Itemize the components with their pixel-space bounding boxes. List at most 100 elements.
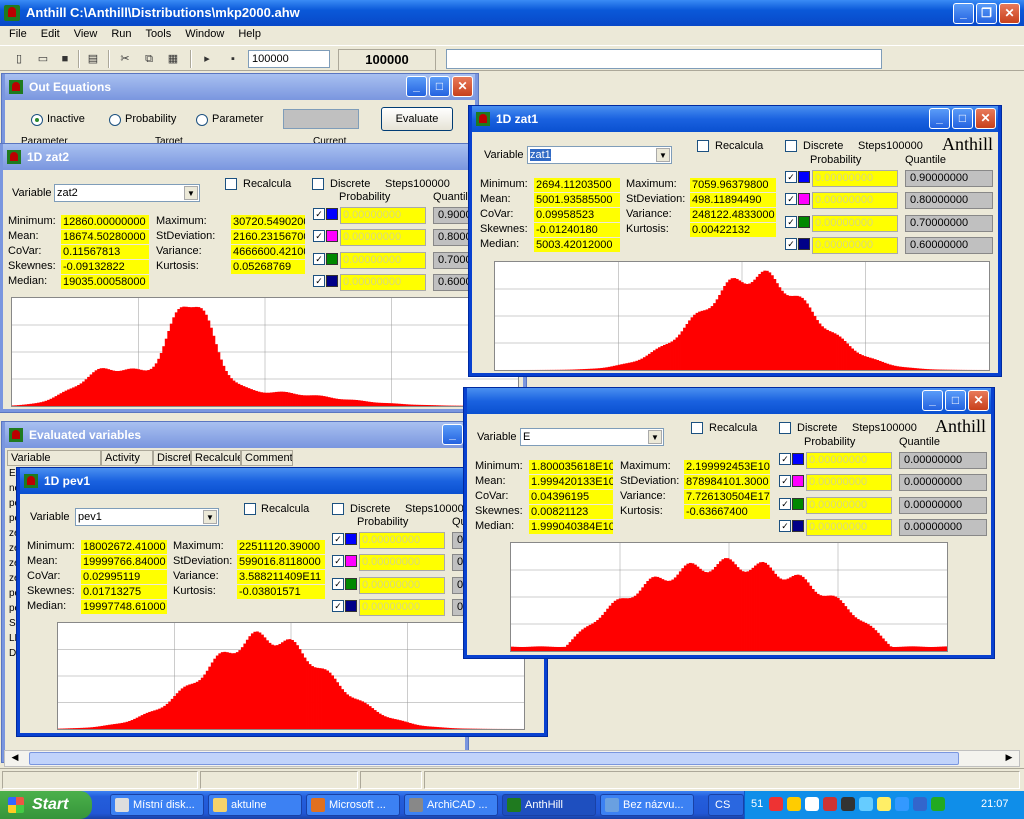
tray-info-icon[interactable] [913,797,927,811]
menu-edit[interactable]: Edit [34,26,67,44]
tray-security-icon[interactable] [823,797,837,811]
variable-select[interactable]: pev1 ▼ [75,508,219,526]
probability-input[interactable]: 0.00000000 [359,532,445,549]
menu-file[interactable]: File [2,26,34,44]
copy-icon[interactable]: ⧉ [140,50,158,68]
close-button[interactable]: ✕ [975,108,996,129]
quantile-checkbox[interactable]: ✓ [785,216,797,228]
zat1-titlebar[interactable]: 1D zat1 _ □ ✕ [472,106,998,132]
recalc-checkbox[interactable] [225,178,237,190]
tray-bluetooth-icon[interactable] [895,797,909,811]
run-icon[interactable]: ▸ [198,50,216,68]
evaluate-button[interactable]: Evaluate [381,107,453,131]
task-aktulne[interactable]: aktulne [208,794,302,816]
radio-probability[interactable] [109,114,121,126]
col-comment[interactable]: Comment [241,450,293,466]
evaluated-titlebar[interactable]: Evaluated variables _ [5,422,465,448]
quantile-checkbox[interactable]: ✓ [785,193,797,205]
menu-view[interactable]: View [67,26,105,44]
quantile-checkbox[interactable]: ✓ [785,171,797,183]
tray-update-icon[interactable] [931,797,945,811]
discrete-checkbox[interactable] [332,503,344,515]
steps-input[interactable]: 100000 [248,50,330,68]
radio-inactive[interactable] [31,114,43,126]
col-activity[interactable]: Activity [101,450,153,466]
maximize-button[interactable]: □ [429,76,450,97]
probability-input[interactable]: 0.00000000 [340,252,426,269]
quantile-checkbox[interactable]: ✓ [779,453,791,465]
scroll-thumb[interactable] [29,752,959,765]
close-button[interactable]: ✕ [999,3,1020,24]
probability-input[interactable]: 0.00000000 [812,215,898,232]
close-button[interactable]: ✕ [968,390,989,411]
variable-select[interactable]: E ▼ [520,428,664,446]
quantile-checkbox[interactable]: ✓ [332,600,344,612]
scroll-left-icon[interactable]: ◀ [7,752,23,765]
task-mistni-disk[interactable]: Místní disk... [110,794,204,816]
tray-network-icon[interactable] [805,797,819,811]
probability-input[interactable]: 0.00000000 [340,207,426,224]
quantile-checkbox[interactable]: ✓ [313,208,325,220]
start-button[interactable]: Start [0,791,92,819]
maximize-button[interactable]: □ [952,108,973,129]
mdi-hscrollbar[interactable]: ◀ ▶ [4,750,1020,767]
quantile-checkbox[interactable]: ✓ [313,253,325,265]
stop-icon[interactable]: ▪ [224,50,242,68]
col-discret[interactable]: Discret [153,450,191,466]
message-field[interactable] [446,49,882,69]
variable-select[interactable]: zat2 ▼ [54,184,200,202]
print-icon[interactable]: ▤ [84,50,102,68]
variable-select[interactable]: zat1 ▼ [527,146,672,164]
quantile-checkbox[interactable]: ✓ [332,578,344,590]
recalc-checkbox[interactable] [691,422,703,434]
task-microsoft[interactable]: Microsoft ... [306,794,400,816]
probability-input[interactable]: 0.00000000 [359,577,445,594]
quantile-checkbox[interactable]: ✓ [785,238,797,250]
quantile-checkbox[interactable]: ✓ [313,275,325,287]
tray-note-icon[interactable] [877,797,891,811]
task-anthill[interactable]: AnthHill [502,794,596,816]
restore-button[interactable]: ❐ [976,3,997,24]
tray-shield-icon[interactable] [787,797,801,811]
quantile-checkbox[interactable]: ✓ [332,533,344,545]
minimize-button[interactable]: _ [929,108,950,129]
tray-antivirus-icon[interactable] [769,797,783,811]
minimize-button[interactable]: _ [406,76,427,97]
probability-input[interactable]: 0.00000000 [340,274,426,291]
minimize-button[interactable]: _ [922,390,943,411]
quantile-checkbox[interactable]: ✓ [779,475,791,487]
menu-window[interactable]: Window [178,26,231,44]
tray-volume-icon[interactable] [859,797,873,811]
quantile-checkbox[interactable]: ✓ [332,555,344,567]
paste-icon[interactable]: ▦ [164,50,182,68]
language-indicator[interactable]: CS [708,794,744,816]
menu-help[interactable]: Help [231,26,268,44]
minimize-button[interactable]: _ [442,424,463,445]
probability-input[interactable]: 0.00000000 [812,170,898,187]
scroll-right-icon[interactable]: ▶ [1001,752,1017,765]
cut-icon[interactable]: ✂ [116,50,134,68]
probability-input[interactable]: 0.00000000 [806,474,892,491]
save-icon[interactable]: ■ [56,50,74,68]
quantile-checkbox[interactable]: ✓ [313,230,325,242]
new-file-icon[interactable]: ▯ [10,50,28,68]
probability-input[interactable]: 0.00000000 [812,237,898,254]
maximize-button[interactable]: □ [945,390,966,411]
menu-run[interactable]: Run [104,26,138,44]
recalc-checkbox[interactable] [244,503,256,515]
probability-input[interactable]: 0.00000000 [359,599,445,616]
col-variable[interactable]: Variable [7,450,101,466]
probability-input[interactable]: 0.00000000 [340,229,426,246]
close-button[interactable]: ✕ [452,76,473,97]
zat2-titlebar[interactable]: 1D zat2 [3,144,523,170]
radio-parameter[interactable] [196,114,208,126]
probability-input[interactable]: 0.00000000 [806,452,892,469]
out-equations-titlebar[interactable]: Out Equations _ □ ✕ [5,74,475,100]
discrete-checkbox[interactable] [312,178,324,190]
open-folder-icon[interactable]: ▭ [34,50,52,68]
menu-tools[interactable]: Tools [139,26,179,44]
minimize-button[interactable]: _ [953,3,974,24]
task-archicad[interactable]: ArchiCAD ... [404,794,498,816]
probability-input[interactable]: 0.00000000 [359,554,445,571]
parameter-field[interactable] [283,109,359,129]
